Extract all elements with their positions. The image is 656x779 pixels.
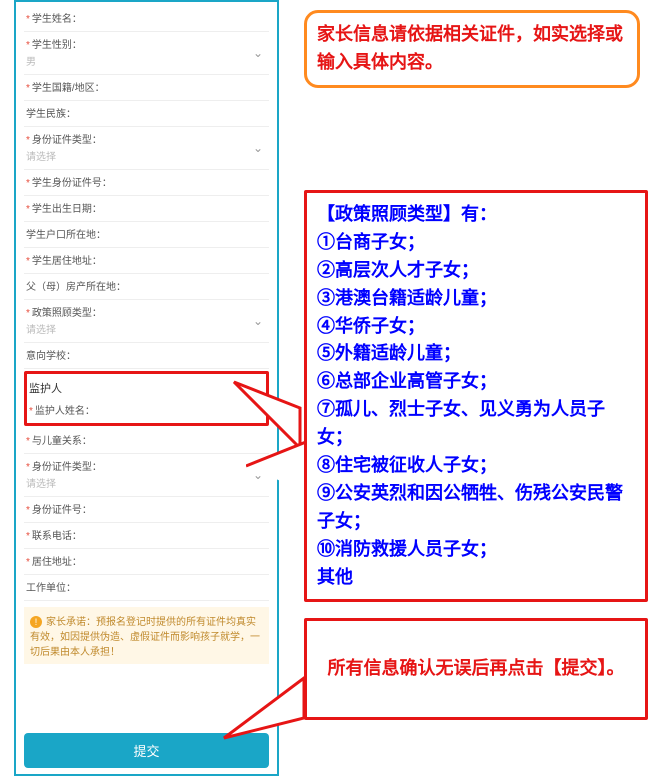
policy-line: ③港澳台籍适龄儿童； [317,285,635,313]
field-guardian-phone[interactable]: *联系电话： [24,523,269,549]
label: 学生居住地址： [32,256,102,267]
field-id-type[interactable]: *身份证件类型：请选择⌄ [24,127,269,170]
label: 学生户口所在地： [26,230,106,241]
field-student-residence[interactable]: *学生居住地址： [24,248,269,274]
policy-line: ⑤外籍适龄儿童； [317,340,635,368]
parent-declaration: !家长承诺：预报名登记时提供的所有证件均真实有效，如因提供伪造、虚假证件而影响孩… [24,607,269,664]
label: 工作单位： [26,583,76,594]
field-relation[interactable]: *与儿童关系： [24,428,269,454]
submit-button[interactable]: 提交 [24,733,269,768]
guardian-section-head: 监护人 [27,374,266,398]
policy-line: 其他 [317,564,635,592]
field-student-hukou[interactable]: 学生户口所在地： [24,222,269,248]
policy-line: ④华侨子女； [317,313,635,341]
label: 身份证件类型： [32,462,102,473]
field-student-birthdate[interactable]: *学生出生日期： [24,196,269,222]
field-intended-school[interactable]: 意向学校： [24,343,269,369]
submit-bar: 提交 [24,733,269,768]
field-parent-property[interactable]: 父（母）房产所在地： [24,274,269,300]
label: 学生性别： [32,40,82,51]
callout-confirm: 所有信息确认无误后再点击【提交】。 [304,618,648,720]
callout-orange: 家长信息请依据相关证件，如实选择或输入具体内容。 [304,10,640,88]
warning-icon: ! [30,616,42,628]
policy-line: ⑦孤儿、烈士子女、见义勇为人员子女； [317,396,635,452]
field-guardian-name[interactable]: *监护人姓名： [27,398,266,423]
value: 男 [26,53,267,68]
field-policy-care-type[interactable]: *政策照顾类型：请选择⌄ [24,300,269,343]
field-guardian-residence[interactable]: *居住地址： [24,549,269,575]
label: 监护人姓名： [35,406,95,417]
label: 意向学校： [26,351,76,362]
field-guardian-id-type[interactable]: *身份证件类型：请选择⌄ [24,454,269,497]
value: 请选择 [26,475,267,490]
policy-line: ⑧住宅被征收人子女； [317,452,635,480]
field-guardian-work[interactable]: 工作单位： [24,575,269,601]
policy-line: ②高层次人才子女； [317,257,635,285]
label: 学生国籍/地区： [32,83,105,94]
callout-policy-types: 【政策照顾类型】有：①台商子女；②高层次人才子女；③港澳台籍适龄儿童；④华侨子女… [304,190,648,602]
label: 学生民族： [26,109,76,120]
callout-confirm-text: 所有信息确认无误后再点击【提交】。 [328,658,625,678]
guardian-highlight-box: 监护人 *监护人姓名： [24,371,269,426]
label: 学生姓名： [32,14,82,25]
field-student-ethnicity[interactable]: 学生民族： [24,101,269,127]
value: 请选择 [26,321,267,336]
label: 身份证件类型： [32,135,102,146]
callout-orange-text: 家长信息请依据相关证件，如实选择或输入具体内容。 [317,24,623,72]
policy-line: ①台商子女； [317,229,635,257]
field-student-nationality[interactable]: *学生国籍/地区： [24,75,269,101]
field-student-id-number[interactable]: *学生身份证件号： [24,170,269,196]
label: 学生出生日期： [32,204,102,215]
label: 父（母）房产所在地： [26,282,126,293]
label: 身份证件号： [32,505,92,516]
chevron-down-icon: ⌄ [253,141,263,155]
declaration-text: 家长承诺：预报名登记时提供的所有证件均真实有效，如因提供伪造、虚假证件而影响孩子… [30,617,260,658]
policy-line: ⑥总部企业高管子女； [317,368,635,396]
chevron-down-icon: ⌄ [253,46,263,60]
field-guardian-id-number[interactable]: *身份证件号： [24,497,269,523]
policy-line: 【政策照顾类型】有： [317,201,635,229]
label: 居住地址： [32,557,82,568]
label: 政策照顾类型： [32,308,102,319]
form-scroll-area: *学生姓名： *学生性别：男⌄ *学生国籍/地区： 学生民族： *身份证件类型：… [16,2,277,722]
chevron-down-icon: ⌄ [253,314,263,328]
label: 学生身份证件号： [32,178,112,189]
chevron-down-icon: ⌄ [253,468,263,482]
field-student-gender[interactable]: *学生性别：男⌄ [24,32,269,75]
policy-line: ⑩消防救援人员子女； [317,536,635,564]
mobile-form-panel: *学生姓名： *学生性别：男⌄ *学生国籍/地区： 学生民族： *身份证件类型：… [14,0,279,776]
label: 联系电话： [32,531,82,542]
value: 请选择 [26,148,267,163]
policy-line: ⑨公安英烈和因公牺牲、伤残公安民警子女； [317,480,635,536]
label: 与儿童关系： [32,436,92,447]
field-student-name[interactable]: *学生姓名： [24,6,269,32]
